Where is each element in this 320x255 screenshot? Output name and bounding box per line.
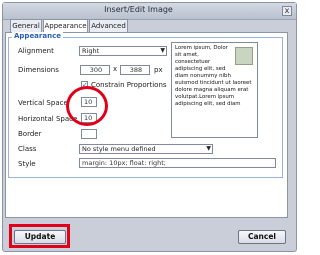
tab-advanced[interactable]: Advanced xyxy=(89,19,128,32)
cancel-button[interactable]: Cancel xyxy=(238,230,286,244)
border-label: Border xyxy=(18,130,42,138)
close-icon[interactable]: x xyxy=(282,6,292,16)
title-bar: Insert/Edit Image x xyxy=(3,3,296,20)
style-label: Style xyxy=(18,160,36,168)
width-input[interactable]: 300 xyxy=(80,65,110,75)
update-button[interactable]: Update xyxy=(14,230,66,244)
height-input[interactable]: 388 xyxy=(120,65,150,75)
horizontal-space-label: Horizontal Space xyxy=(18,115,78,123)
dimensions-unit: px xyxy=(154,66,163,74)
appearance-legend: Appearance xyxy=(12,32,63,40)
style-input[interactable]: margin: 10px; float: right; xyxy=(79,158,276,168)
dialog-title: Insert/Edit Image xyxy=(104,5,173,14)
chevron-down-icon: ▼ xyxy=(160,47,165,54)
dimensions-label: Dimensions xyxy=(18,66,59,74)
constrain-label: Constrain Proportions xyxy=(91,81,167,89)
constrain-checkbox[interactable]: ✓ xyxy=(81,81,88,89)
horizontal-space-input[interactable]: 10 xyxy=(81,113,97,123)
class-label: Class xyxy=(18,145,37,153)
checkmark-icon: ✓ xyxy=(82,81,88,89)
tab-appearance[interactable]: Appearance xyxy=(43,19,88,33)
vertical-space-label: Vertical Space xyxy=(18,99,68,107)
class-select[interactable]: No style menu defined ▼ xyxy=(79,144,213,154)
alignment-value: Right xyxy=(82,47,100,55)
border-input[interactable] xyxy=(81,129,97,139)
alignment-select[interactable]: Right ▼ xyxy=(79,46,167,56)
vertical-space-input[interactable]: 10 xyxy=(81,97,97,107)
class-value: No style menu defined xyxy=(82,145,156,153)
preview-box: Lorem ipsum, Dolor sit amet, consectetue… xyxy=(171,42,258,138)
alignment-label: Alignment xyxy=(18,47,54,55)
chevron-down-icon: ▼ xyxy=(206,145,211,152)
dimensions-separator: x xyxy=(113,65,118,73)
tree-image-icon xyxy=(235,47,253,65)
tab-general[interactable]: General xyxy=(10,19,42,32)
